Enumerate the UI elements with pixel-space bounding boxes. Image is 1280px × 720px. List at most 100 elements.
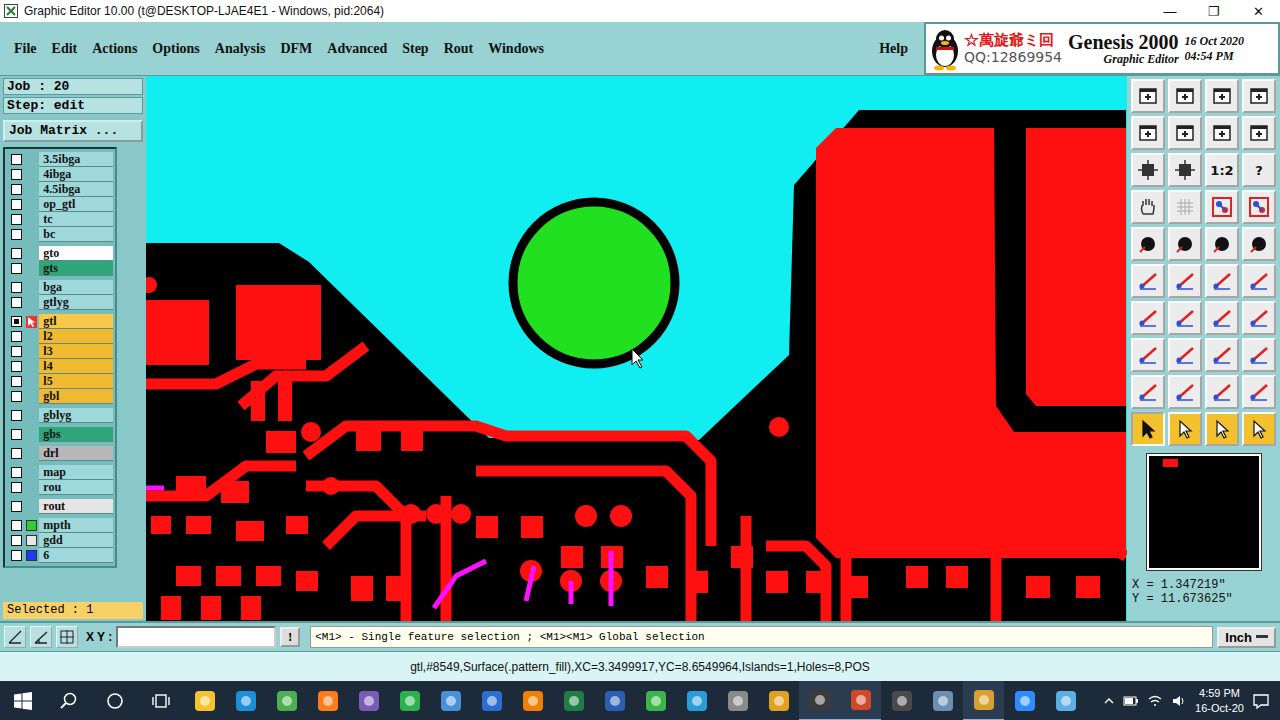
tool-button[interactable] (1168, 190, 1202, 224)
layer-row[interactable]: gtlyg (7, 295, 113, 310)
layer-row[interactable]: 6 (7, 548, 113, 563)
tool-button[interactable] (1131, 79, 1165, 113)
taskbar-clock[interactable]: 4:59 PM16-Oct-20 (1195, 686, 1244, 716)
layer-row[interactable]: gts (7, 261, 113, 276)
tool-button[interactable] (1131, 190, 1165, 224)
layer-checkbox[interactable] (11, 263, 22, 274)
layer-checkbox[interactable] (11, 282, 22, 293)
layer-checkbox[interactable] (11, 391, 22, 402)
layer-name[interactable]: bga (39, 280, 113, 295)
tool-button[interactable] (1242, 116, 1276, 150)
layer-name[interactable]: gdd (39, 533, 113, 548)
layer-checkbox[interactable] (11, 199, 22, 210)
layer-checkbox[interactable] (11, 410, 22, 421)
tool-button[interactable] (1168, 412, 1202, 446)
tool-button[interactable] (1242, 79, 1276, 113)
layer-row[interactable]: gbl (7, 389, 113, 404)
layer-row[interactable]: gtl (7, 314, 113, 329)
network-icon[interactable] (1147, 694, 1163, 708)
taskbar-app[interactable] (512, 681, 553, 720)
taskbar-app[interactable] (676, 681, 717, 720)
taskbar-app[interactable] (266, 681, 307, 720)
tool-button[interactable] (1168, 301, 1202, 335)
grid-snap-button[interactable] (56, 626, 78, 648)
tool-button[interactable] (1205, 375, 1239, 409)
window-control[interactable]: ❐ (1192, 4, 1236, 19)
layer-name[interactable]: op_gtl (39, 197, 113, 212)
layer-checkbox[interactable] (11, 501, 22, 512)
angle-button[interactable] (30, 626, 52, 648)
tool-button[interactable] (1242, 375, 1276, 409)
tool-button[interactable] (1131, 116, 1165, 150)
tool-button[interactable] (1205, 79, 1239, 113)
taskbar-app[interactable] (840, 681, 881, 720)
layer-checkbox[interactable] (11, 248, 22, 259)
layer-row[interactable]: 3.5ibga (7, 152, 113, 167)
go-button[interactable]: ! (280, 627, 300, 647)
taskbar-app[interactable] (307, 681, 348, 720)
layer-name[interactable]: gtl (39, 314, 113, 329)
chevron-up-icon[interactable] (1103, 695, 1115, 707)
layer-name[interactable]: l5 (39, 374, 113, 389)
layer-name[interactable]: l4 (39, 359, 113, 374)
layer-name[interactable]: gbl (39, 389, 113, 404)
tool-button[interactable] (1205, 227, 1239, 261)
volume-icon[interactable] (1171, 694, 1187, 708)
cortana-button[interactable] (92, 681, 138, 720)
menu-item[interactable]: Windows (488, 41, 544, 57)
tool-button[interactable] (1168, 338, 1202, 372)
layer-checkbox[interactable] (11, 448, 22, 459)
tool-button[interactable] (1131, 375, 1165, 409)
job-matrix-button[interactable]: Job Matrix ... (3, 120, 143, 142)
taskbar-app[interactable] (1004, 681, 1045, 720)
tool-button[interactable] (1168, 116, 1202, 150)
taskbar-app[interactable] (799, 681, 840, 720)
menu-item[interactable]: File (14, 41, 37, 57)
taskbar-app[interactable] (471, 681, 512, 720)
layer-checkbox[interactable] (11, 429, 22, 440)
layer-row[interactable]: rou (7, 480, 113, 495)
tool-button[interactable] (1168, 79, 1202, 113)
menu-item[interactable]: DFM (280, 41, 312, 57)
layer-row[interactable]: 4ibga (7, 167, 113, 182)
menu-item[interactable]: Analysis (215, 41, 266, 57)
taskbar-app[interactable] (1045, 681, 1086, 720)
layer-checkbox[interactable] (11, 467, 22, 478)
tool-button[interactable] (1242, 190, 1276, 224)
tool-button[interactable] (1242, 301, 1276, 335)
tool-button[interactable] (1205, 264, 1239, 298)
layer-row[interactable]: l4 (7, 359, 113, 374)
layer-checkbox[interactable] (11, 482, 22, 493)
taskbar-app[interactable] (348, 681, 389, 720)
layer-name[interactable]: drl (39, 446, 113, 461)
tool-button[interactable] (1205, 412, 1239, 446)
taskbar-app[interactable] (881, 681, 922, 720)
layer-row[interactable]: gto (7, 246, 113, 261)
tool-button[interactable]: ? (1242, 153, 1276, 187)
menu-item[interactable]: Advanced (327, 41, 387, 57)
layer-name[interactable]: 3.5ibga (39, 152, 113, 167)
snap-button[interactable] (4, 626, 26, 648)
layer-row[interactable]: bc (7, 227, 113, 242)
layer-checkbox[interactable] (11, 550, 22, 561)
tool-button[interactable]: 1:2 (1205, 153, 1239, 187)
layer-row[interactable]: op_gtl (7, 197, 113, 212)
taskbar-app[interactable] (389, 681, 430, 720)
layer-name[interactable]: gbs (39, 427, 113, 442)
layer-row[interactable]: gblyg (7, 408, 113, 423)
layer-row[interactable]: l5 (7, 374, 113, 389)
layer-name[interactable]: gto (39, 246, 113, 261)
layer-row[interactable]: drl (7, 446, 113, 461)
tool-button[interactable] (1131, 412, 1165, 446)
layer-checkbox[interactable] (11, 169, 22, 180)
graphic-canvas[interactable] (146, 76, 1127, 621)
tool-button[interactable] (1131, 153, 1165, 187)
tool-button[interactable] (1205, 190, 1239, 224)
task-view-button[interactable] (138, 681, 184, 720)
layer-name[interactable]: gtlyg (39, 295, 113, 310)
tool-button[interactable] (1242, 412, 1276, 446)
layer-name[interactable]: 4ibga (39, 167, 113, 182)
layer-checkbox[interactable] (11, 297, 22, 308)
layer-row[interactable]: tc (7, 212, 113, 227)
layer-name[interactable]: 4.5ibga (39, 182, 113, 197)
